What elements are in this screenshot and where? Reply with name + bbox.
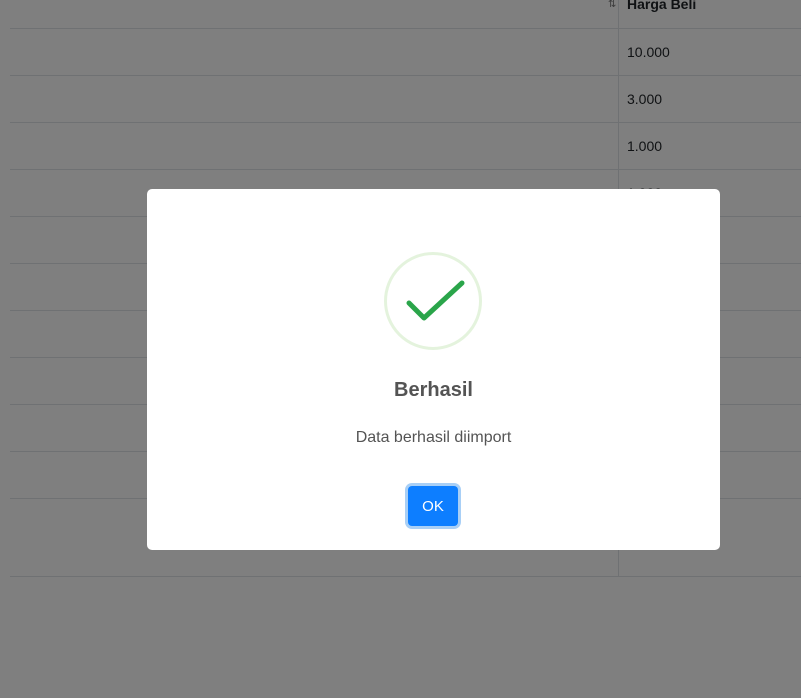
check-icon — [406, 280, 465, 321]
success-dialog: Berhasil Data berhasil diimport OK — [147, 189, 720, 550]
page: ⇅ Harga Beli 10.000 3.000 1.000 1.000 — [0, 0, 801, 698]
success-icon-ring — [384, 252, 482, 350]
ok-button[interactable]: OK — [408, 486, 458, 526]
dialog-title: Berhasil — [394, 379, 473, 401]
dialog-message: Data berhasil diimport — [355, 429, 512, 446]
